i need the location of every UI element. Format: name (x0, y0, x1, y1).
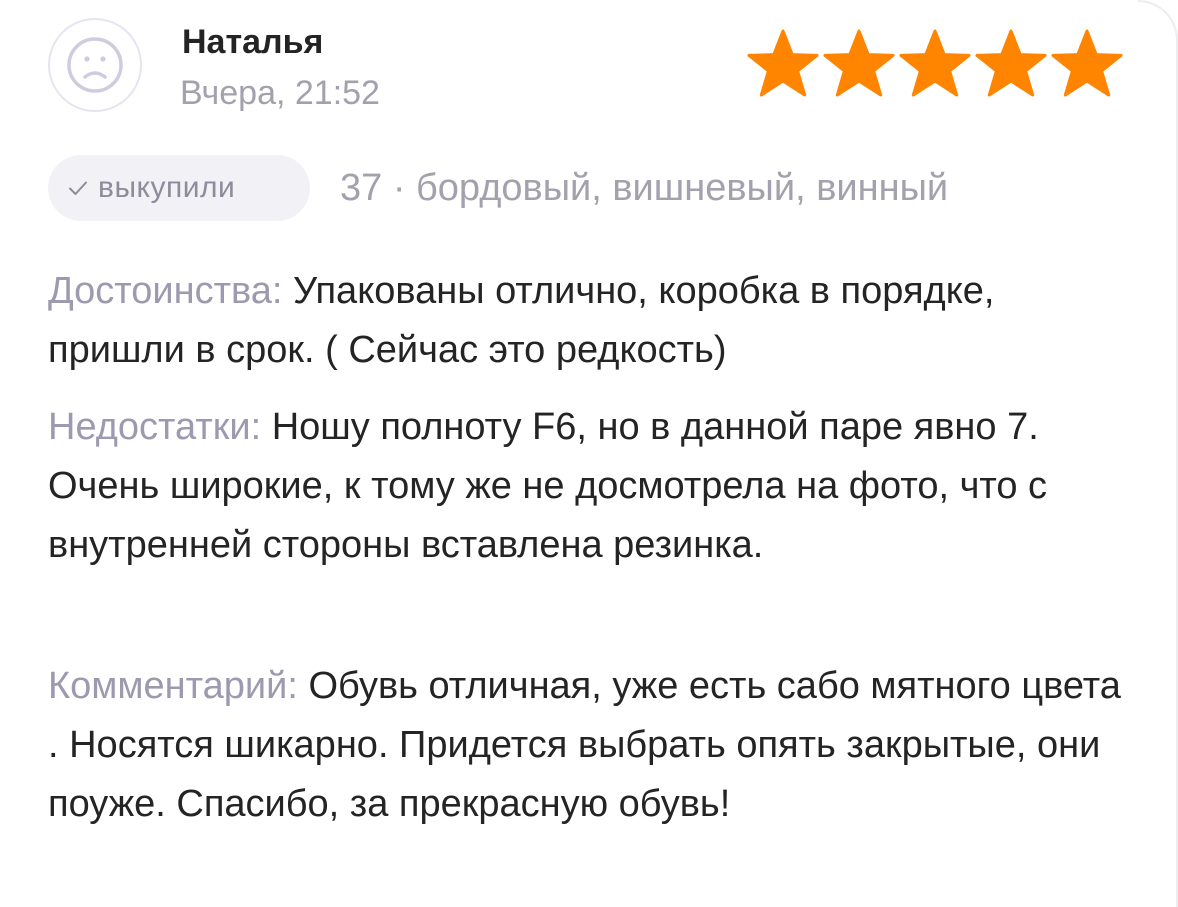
star-icon (899, 29, 971, 97)
star-icon (975, 29, 1047, 97)
product-variant: 37 · бордовый, вишневый, винный (340, 167, 949, 209)
comment-label: Комментарий: (48, 665, 298, 707)
pros-section: Достоинства: Упакованы отлично, коробка … (48, 262, 1138, 380)
cons-section: Недостатки: Ношу полноту F6, но в данной… (48, 398, 1138, 575)
pros-label: Достоинства: (48, 270, 283, 312)
review-card: Наталья Вчера, 21:52 выкупили 37 · бордо… (0, 0, 1178, 907)
star-icon (823, 29, 895, 97)
bought-badge: выкупили (48, 155, 310, 221)
bought-badge-label: выкупили (98, 171, 236, 204)
star-icon (747, 29, 819, 97)
cons-label: Недостатки: (48, 406, 262, 448)
star-icon (1051, 29, 1123, 97)
card-border (1138, 0, 1178, 907)
author-name: Наталья (182, 23, 324, 61)
check-icon (69, 181, 87, 195)
comment-section: Комментарий: Обувь отличная, уже есть са… (48, 657, 1138, 834)
review-date: Вчера, 21:52 (180, 74, 380, 112)
user-avatar-icon (67, 37, 123, 93)
avatar[interactable] (48, 18, 142, 112)
star-rating (746, 28, 1124, 100)
